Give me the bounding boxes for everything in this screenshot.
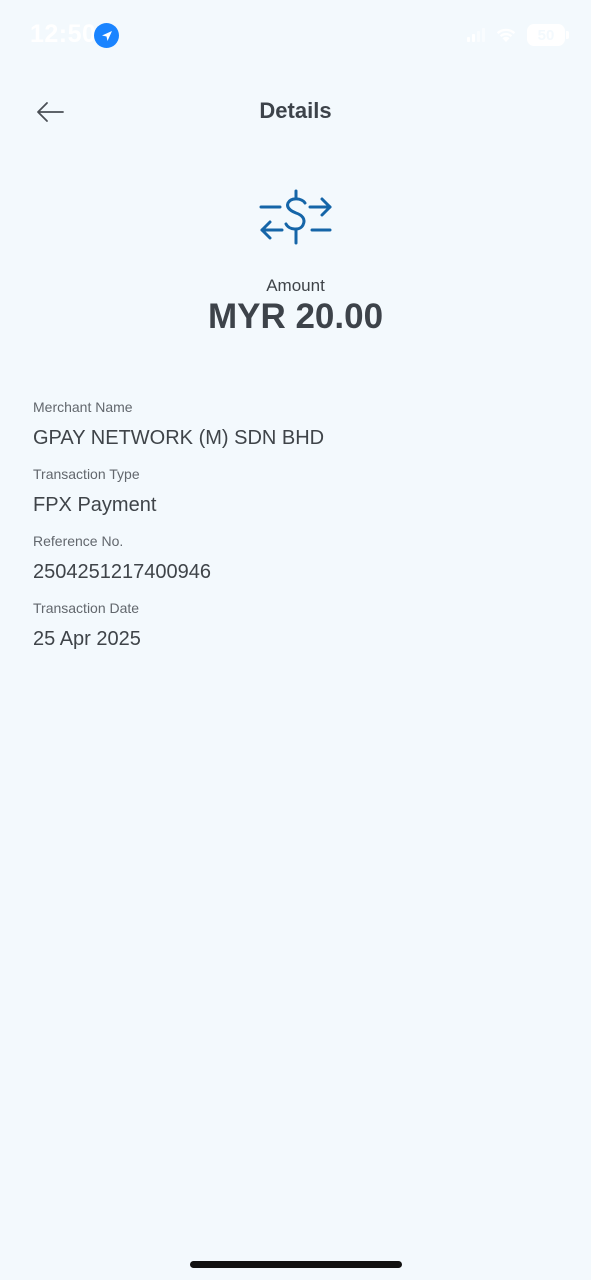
- transaction-details: Merchant Name GPAY NETWORK (M) SDN BHD T…: [33, 398, 553, 666]
- amount-label: Amount: [266, 276, 325, 295]
- status-time: 12:50: [30, 20, 97, 48]
- detail-row-reference-no: Reference No. 2504251217400946: [33, 532, 553, 599]
- transaction-type-label: Transaction Type: [33, 466, 140, 482]
- wifi-icon: [496, 28, 516, 42]
- battery-icon: 50: [527, 24, 569, 46]
- reference-no-value: 2504251217400946: [33, 561, 211, 583]
- detail-row-merchant-name: Merchant Name GPAY NETWORK (M) SDN BHD: [33, 398, 553, 465]
- battery-level: 50: [537, 26, 555, 44]
- transaction-date-label: Transaction Date: [33, 600, 140, 616]
- transaction-type-value: FPX Payment: [33, 494, 157, 516]
- amount-value: MYR 20.00: [207, 297, 384, 336]
- currency-transfer-icon: [259, 189, 332, 245]
- details-screen: 12:50 50 Details Amount MYR 20.00 Mercha…: [0, 0, 591, 1280]
- header: Details: [0, 80, 591, 144]
- detail-row-transaction-type: Transaction Type FPX Payment: [33, 465, 553, 532]
- detail-row-transaction-date: Transaction Date 25 Apr 2025: [33, 599, 553, 666]
- signal-icon: [467, 28, 485, 42]
- transaction-date-value: 25 Apr 2025: [33, 628, 141, 650]
- reference-no-label: Reference No.: [33, 533, 124, 549]
- status-bar: 12:50 50: [0, 0, 591, 72]
- merchant-name-value: GPAY NETWORK (M) SDN BHD: [33, 427, 325, 449]
- merchant-name-label: Merchant Name: [33, 399, 133, 415]
- location-arrow-icon: [94, 23, 119, 48]
- status-indicators: 50: [467, 24, 569, 46]
- home-indicator[interactable]: [190, 1261, 402, 1268]
- page-title: Details: [259, 98, 332, 123]
